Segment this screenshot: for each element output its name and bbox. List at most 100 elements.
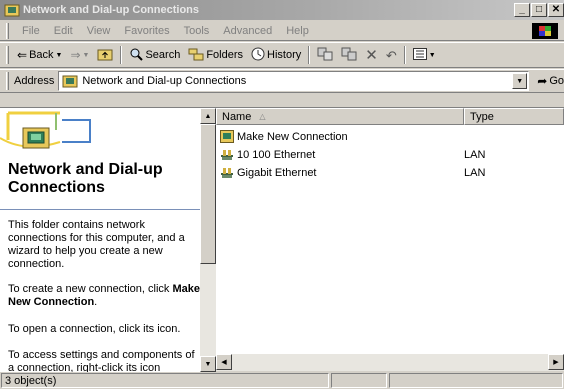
history-label: History [267,49,302,61]
toolbar-grip[interactable] [6,46,9,64]
menu-grip[interactable] [6,22,9,39]
create-connection-text: To create a new connection, click Make N… [8,283,200,309]
move-to-button[interactable] [313,44,337,66]
column-name-label: Name [222,110,252,123]
standard-toolbar: ⇐ Back ▼ ⇒ ▼ Search Folders History ✕ ↶ … [0,42,564,68]
list-item[interactable]: Make New Connection [220,128,560,145]
network-connections-icon [4,3,20,17]
dropdown-arrow-icon[interactable]: ▼ [83,52,90,59]
menu-edit[interactable]: Edit [47,25,80,37]
dropdown-arrow-icon[interactable]: ▼ [429,52,436,59]
scroll-right-button[interactable]: ▶ [548,354,564,370]
folders-icon [188,47,204,64]
menu-advanced[interactable]: Advanced [216,25,279,37]
scroll-left-button[interactable]: ◀ [216,354,232,370]
window-title: Network and Dial-up Connections [23,4,200,16]
list-item-name: 10 100 Ethernet [237,148,316,161]
create-suffix: . [94,296,98,308]
intro-text: This folder contains network connections… [8,219,185,270]
content-area: Network and Dial-up Connections This fol… [0,107,564,372]
delete-icon: ✕ [365,46,378,64]
list-item-type: LAN [464,166,486,179]
menu-tools[interactable]: Tools [177,25,217,37]
go-label: Go [549,75,564,87]
column-headers: Name △ Type [216,108,564,125]
column-header-type[interactable]: Type [464,108,564,125]
toolbar-separator [120,46,123,64]
list-horizontal-scrollbar[interactable]: ◀ ▶ [216,354,564,371]
dropdown-arrow-icon[interactable]: ▼ [56,52,63,59]
list-item-name: Make New Connection [237,130,348,143]
left-pane-scrollbar[interactable]: ▲ ▼ [200,108,216,372]
folders-label: Folders [206,49,244,61]
access-settings-text: To access settings and components of a c… [8,349,195,372]
menu-bar: File Edit View Favorites Tools Advanced … [0,21,564,41]
search-label: Search [145,49,181,61]
list-item[interactable]: Gigabit Ethernet LAN [220,164,560,181]
connections-list: Name △ Type Make New Connection 10 100 E… [216,108,564,372]
wizard-icon [220,130,234,143]
lan-connection-icon [220,149,234,161]
column-type-label: Type [470,110,494,123]
open-connection-text: To open a connection, click its icon. [8,323,181,335]
views-button[interactable]: ▼ [409,44,440,66]
undo-icon: ↶ [385,47,397,63]
title-bar[interactable]: Network and Dial-up Connections _ □ ✕ [0,0,564,20]
lan-connection-icon [220,167,234,179]
address-label: Address [13,75,55,87]
go-button[interactable]: ➦ Go [537,75,564,87]
menu-favorites[interactable]: Favorites [117,25,176,37]
network-connections-icon [22,126,50,153]
maximize-button[interactable]: □ [531,3,547,17]
menu-file[interactable]: File [15,25,47,37]
address-input[interactable]: Network and Dial-up Connections ▼ [58,71,530,91]
minimize-button[interactable]: _ [514,3,530,17]
scroll-up-button[interactable]: ▲ [200,108,216,124]
list-item[interactable]: 10 100 Ethernet LAN [220,146,560,163]
web-view-divider [0,209,200,210]
web-view-header: Network and Dial-up Connections [0,108,200,208]
undo-button[interactable]: ↶ [382,44,401,66]
status-text: 3 object(s) [1,373,329,388]
web-view-pane: Network and Dial-up Connections This fol… [0,108,200,372]
back-button[interactable]: ⇐ Back ▼ [13,44,66,66]
toolbar-separator [308,46,311,64]
search-icon [129,47,144,64]
status-bar: 3 object(s) [0,372,564,389]
create-prefix: To create a new connection, click [8,283,170,295]
address-bar: Address Network and Dial-up Connections … [0,69,564,93]
back-arrow-icon: ⇐ [17,48,28,62]
folders-button[interactable]: Folders [184,44,247,66]
windows-logo-icon [532,23,558,39]
toolbar-separator [403,46,406,64]
copy-to-button[interactable] [337,44,361,66]
up-folder-button[interactable] [93,44,117,66]
history-icon [251,47,265,64]
views-icon [412,47,427,63]
search-button[interactable]: Search [125,44,184,66]
scroll-thumb[interactable] [200,124,216,264]
address-value: Network and Dial-up Connections [82,75,247,87]
back-label: Back [29,49,54,61]
column-header-name[interactable]: Name △ [216,108,464,125]
go-arrow-icon: ➦ [537,74,548,88]
up-folder-icon [97,47,113,64]
menu-help[interactable]: Help [279,25,316,37]
forward-arrow-icon: ⇒ [70,48,81,62]
status-panel-size [331,373,387,388]
move-to-icon [317,47,333,64]
copy-to-icon [341,47,357,64]
scroll-down-button[interactable]: ▼ [200,356,216,372]
network-connections-icon [62,75,78,88]
close-button[interactable]: ✕ [548,3,564,17]
list-item-name: Gigabit Ethernet [237,166,317,179]
forward-button[interactable]: ⇒ ▼ [66,44,93,66]
status-panel-zone [389,373,563,388]
address-dropdown-button[interactable]: ▼ [512,73,528,89]
history-button[interactable]: History [247,44,305,66]
menu-view[interactable]: View [80,25,118,37]
address-grip[interactable] [6,72,9,90]
delete-button[interactable]: ✕ [361,44,382,66]
list-item-type: LAN [464,148,486,161]
web-view-title: Network and Dial-up Connections [8,161,163,196]
